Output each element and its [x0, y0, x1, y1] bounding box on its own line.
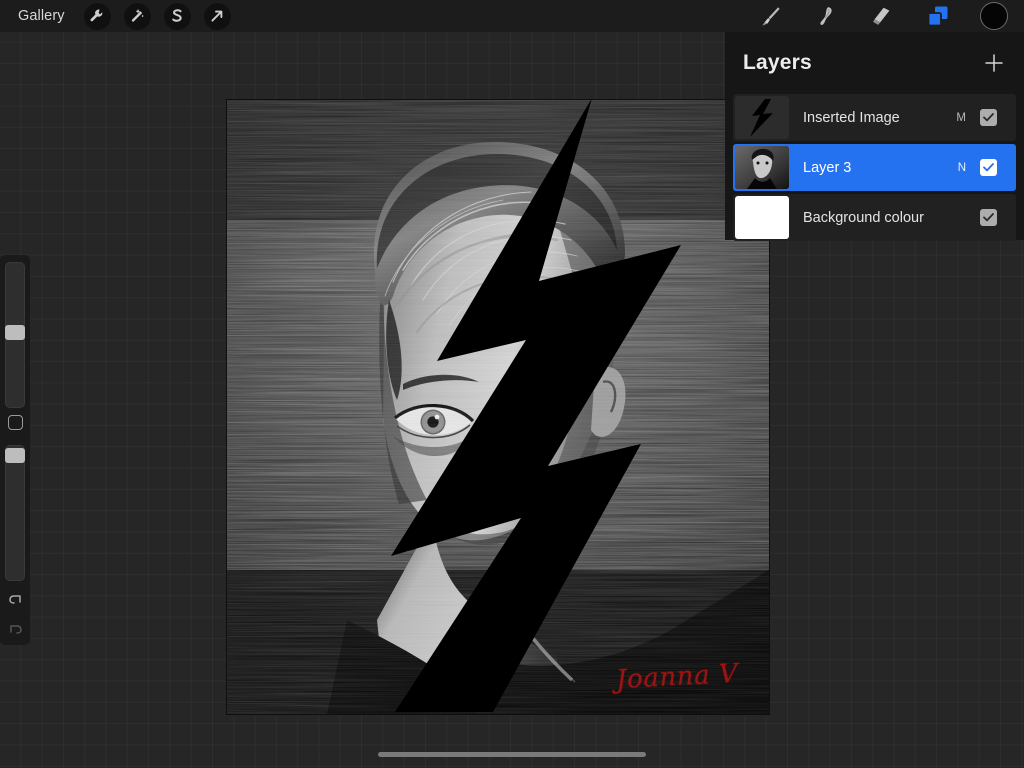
undo-icon: [6, 591, 25, 610]
transform-button[interactable]: [204, 3, 231, 30]
gallery-button[interactable]: Gallery: [12, 5, 71, 27]
thumbnail-lightning-bolt-icon: [735, 96, 789, 139]
layer-visibility-checkbox-layer-3[interactable]: [980, 159, 997, 176]
color-swatch-button[interactable]: [980, 2, 1008, 30]
layers-panel: Layers Inserted Image M: [725, 32, 1024, 240]
layer-blend-mode-inserted-image[interactable]: M: [956, 112, 966, 124]
brush-size-handle[interactable]: [5, 325, 25, 340]
layer-visibility-checkbox-inserted-image[interactable]: [980, 109, 997, 126]
top-toolbar-right-group: [756, 2, 1008, 30]
arrow-icon: [209, 8, 225, 24]
layers-tool-button[interactable]: [924, 2, 952, 30]
layer-blend-mode-layer-3[interactable]: N: [958, 162, 966, 174]
layer-row-layer-3[interactable]: Layer 3 N: [733, 144, 1016, 191]
add-layer-button[interactable]: [983, 52, 1005, 74]
adjustments-magic-button[interactable]: [124, 3, 151, 30]
layer-thumbnail-background-colour[interactable]: [735, 196, 789, 239]
layer-thumbnail-layer-3[interactable]: [735, 146, 789, 189]
artwork-image: [227, 100, 769, 714]
opacity-slider[interactable]: [5, 445, 25, 581]
s-curve-icon: [169, 8, 185, 24]
checkmark-icon: [983, 163, 994, 172]
paintbrush-icon: [758, 4, 782, 28]
layer-name-inserted-image: Inserted Image: [803, 110, 956, 126]
home-indicator: [378, 752, 646, 757]
checkmark-icon: [983, 213, 994, 222]
wrench-icon: [89, 8, 105, 24]
brush-size-slider[interactable]: [5, 262, 25, 408]
magic-wand-icon: [129, 8, 145, 24]
smudge-finger-icon: [814, 4, 838, 28]
layers-panel-header: Layers: [725, 32, 1024, 94]
layer-row-background-colour[interactable]: Background colour: [733, 194, 1016, 241]
layer-row-inserted-image[interactable]: Inserted Image M: [733, 94, 1016, 141]
modify-button[interactable]: [8, 415, 23, 430]
smudge-tool-button[interactable]: [812, 2, 840, 30]
layers-stack-icon: [926, 4, 950, 28]
layers-panel-title: Layers: [743, 51, 812, 75]
layer-name-layer-3: Layer 3: [803, 160, 958, 176]
thumbnail-portrait-image: [735, 146, 789, 189]
redo-icon: [6, 621, 25, 640]
artwork-canvas[interactable]: Joanna V: [227, 100, 769, 714]
selection-button[interactable]: [164, 3, 191, 30]
eraser-tool-button[interactable]: [868, 2, 896, 30]
redo-button[interactable]: [6, 621, 25, 640]
adjustments-wrench-button[interactable]: [84, 3, 111, 30]
layer-name-background-colour: Background colour: [803, 210, 966, 226]
procreate-app: Joanna V Layers: [0, 0, 1024, 768]
eraser-icon: [870, 4, 894, 28]
opacity-handle[interactable]: [5, 448, 25, 463]
plus-icon: [983, 52, 1005, 74]
undo-button[interactable]: [6, 591, 25, 610]
top-toolbar: Gallery: [0, 0, 1024, 32]
layer-visibility-checkbox-background-colour[interactable]: [980, 209, 997, 226]
left-sidebar: [0, 255, 30, 645]
checkmark-icon: [983, 113, 994, 122]
layer-thumbnail-inserted-image[interactable]: [735, 96, 789, 139]
thumbnail-white-fill: [735, 196, 789, 239]
brush-tool-button[interactable]: [756, 2, 784, 30]
lightning-bolt-icon: [749, 99, 775, 137]
